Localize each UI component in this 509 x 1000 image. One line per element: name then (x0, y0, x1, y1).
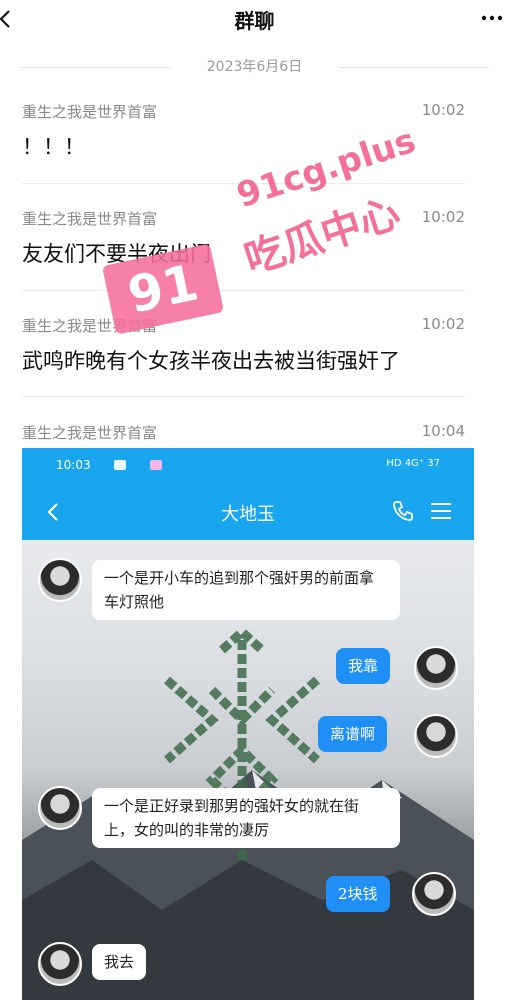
date-separator: 2023年6月6日 (0, 56, 509, 78)
phone-icon (393, 501, 413, 521)
chat-header: 群聊 (0, 0, 509, 40)
chat-bubble: 离谱啊 (318, 716, 388, 752)
chat-bubble: 一个是正好录到那男的强奸女的就在街上，女的叫的非常的凄厉 (92, 788, 400, 848)
page-title: 群聊 (234, 9, 275, 33)
sender-name: 重生之我是世界首富 (22, 103, 158, 121)
more-icon[interactable] (481, 14, 503, 22)
avatar (414, 714, 458, 758)
chat-bubble: 我去 (92, 944, 147, 980)
list-item[interactable]: 重生之我是世界首富 10:02 武鸣昨晚有个女孩半夜出去被当街强奸了 (22, 315, 465, 375)
message-time: 10:02 (421, 208, 465, 226)
message-text: 武鸣昨晚有个女孩半夜出去被当街强奸了 (22, 349, 400, 373)
divider (22, 290, 465, 291)
chat-bubble: 2块钱 (326, 876, 390, 912)
list-item[interactable]: 重生之我是世界首富 10:02 ！！！ (22, 101, 465, 161)
chat-bubble: 我靠 (336, 648, 391, 684)
sender-name: 重生之我是世界首富 (22, 210, 158, 228)
sender-name: 重生之我是世界首富 (22, 317, 158, 335)
message-image[interactable]: 10:03 HD 4G⁺ 37 大地玉 一个是开小车的追到那个强奸男的前面拿车灯… (22, 448, 474, 1000)
list-item[interactable]: 重生之我是世界首富 10:04 (22, 422, 465, 446)
avatar (38, 942, 82, 986)
status-time: 10:03 (56, 458, 91, 472)
app-icon (150, 460, 162, 470)
message-time: 10:04 (421, 422, 465, 440)
message-text: 友友们不要半夜出门 (22, 242, 211, 266)
avatar (414, 646, 458, 690)
chat-bubble: 一个是开小车的追到那个强奸男的前面拿车灯照他 (92, 560, 400, 620)
avatar (38, 558, 82, 602)
menu-icon (431, 503, 451, 519)
message-text: ！！！ (22, 135, 85, 159)
notification-icon (114, 460, 126, 470)
divider (22, 183, 465, 184)
list-item[interactable]: 重生之我是世界首富 10:02 友友们不要半夜出门 (22, 208, 465, 268)
message-time: 10:02 (421, 101, 465, 119)
image-chat-bar: 大地玉 (22, 484, 474, 540)
date-label: 2023年6月6日 (196, 59, 313, 75)
avatar (38, 786, 82, 830)
message-time: 10:02 (421, 315, 465, 333)
status-indicators: HD 4G⁺ 37 (386, 458, 440, 469)
avatar (412, 872, 456, 916)
divider (22, 396, 465, 397)
sender-name: 重生之我是世界首富 (22, 424, 158, 442)
image-status-bar: 10:03 HD 4G⁺ 37 (22, 448, 474, 484)
